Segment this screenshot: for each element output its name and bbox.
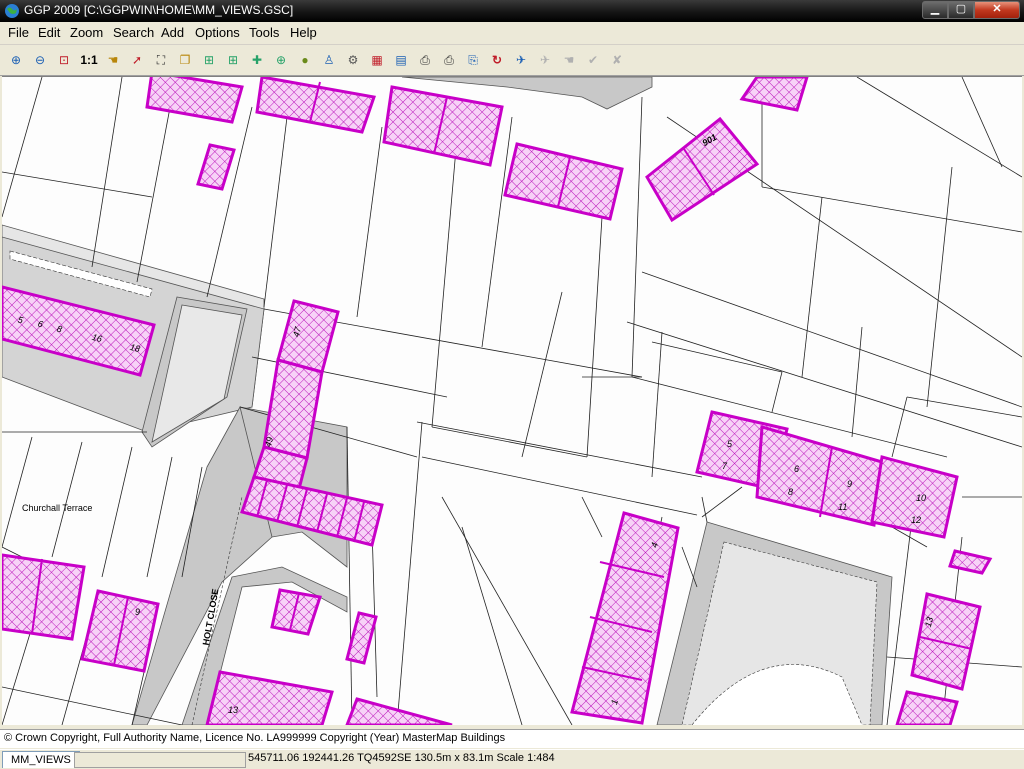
globe-icon [5,4,19,18]
gear-icon[interactable]: ⚙ [343,50,363,70]
add-layer-icon[interactable]: ⊞ [199,50,219,70]
label-building-10: 10 [916,493,927,503]
edit-pointer-icon[interactable]: ✈ [511,50,531,70]
add-feature-icon[interactable]: ✚ [247,50,267,70]
coordinate-readout: 545711.06 192441.26 TQ4592SE 130.5m x 83… [248,752,555,764]
cancel-icon[interactable]: ✘ [607,50,627,70]
document-icon[interactable]: ▤ [391,50,411,70]
select-arrow-icon[interactable]: ➚ [127,50,147,70]
menu-bar: File Edit Zoom Search Add Options Tools … [0,22,1024,45]
map-drawing [2,77,1022,725]
copyright-text: © Crown Copyright, Full Authority Name, … [4,732,506,744]
menu-search[interactable]: Search [113,25,154,40]
label-building-12: 12 [911,515,922,525]
toolbar: ⊕ ⊖ ⊡ 1:1 ☚ ➚ ⛶ ❐ ⊞ ⊞ ✚ ⊕ ● ♙ ⚙ ▦ ▤ ⎙ ⎙ … [0,45,1024,76]
window-controls: ▁ ▢ ✕ [922,1,1020,19]
menu-add[interactable]: Add [161,25,184,40]
menu-options[interactable]: Options [195,25,240,40]
add-globe-icon[interactable]: ● [295,50,315,70]
label-churchall-terrace: Churchall Terrace [22,503,93,513]
view-tab[interactable]: MM_VIEWS [2,751,80,768]
edit-hand-icon[interactable]: ☚ [559,50,579,70]
minimize-button[interactable]: ▁ [922,1,948,19]
zoom-out-icon[interactable]: ⊖ [30,50,50,70]
accept-icon[interactable]: ✔ [583,50,603,70]
status-field [74,752,246,768]
add-map-icon[interactable]: ⊞ [223,50,243,70]
print-icon[interactable]: ⎙ [415,50,435,70]
zoom-1-1-button[interactable]: 1:1 [77,50,101,70]
zoom-window-icon[interactable]: ⊡ [54,50,74,70]
maximize-button[interactable]: ▢ [948,1,974,19]
menu-file[interactable]: File [8,25,29,40]
search-person-icon[interactable]: ♙ [319,50,339,70]
close-button[interactable]: ✕ [974,1,1020,19]
label-building-9: 9 [847,479,853,489]
zoom-in-icon[interactable]: ⊕ [6,50,26,70]
label-building-9-left: 9 [135,607,141,617]
export-icon[interactable]: ⎘ [463,50,483,70]
menu-edit[interactable]: Edit [38,25,60,40]
window-title: GGP 2009 [C:\GGPWIN\HOME\MM_VIEWS.GSC] [24,3,294,17]
label-building-11: 11 [838,502,848,512]
menu-zoom[interactable]: Zoom [70,25,103,40]
pan-icon[interactable]: ☚ [103,50,123,70]
title-bar: GGP 2009 [C:\GGPWIN\HOME\MM_VIEWS.GSC] ▁… [0,0,1024,22]
refresh-icon[interactable]: ↻ [487,50,507,70]
legend-icon[interactable]: ▦ [367,50,387,70]
print-setup-icon[interactable]: ⎙ [439,50,459,70]
label-building-13-bottom: 13 [228,705,239,715]
label-building-6: 6 [794,464,800,474]
add-point-icon[interactable]: ⊕ [271,50,291,70]
menu-tools[interactable]: Tools [249,25,279,40]
map-canvas[interactable]: Churchall Terrace HOLT CLOSE 901 47 49 5… [2,76,1022,725]
select-features-icon[interactable]: ⛶ [151,50,171,70]
edit-disabled-icon[interactable]: ✈ [535,50,555,70]
copyright-bar: © Crown Copyright, Full Authority Name, … [0,729,1024,748]
label-building-7: 7 [722,461,728,471]
label-building-5: 5 [727,439,733,449]
label-building-8: 8 [788,487,794,497]
menu-help[interactable]: Help [290,25,317,40]
status-bar: MM_VIEWS 545711.06 192441.26 TQ4592SE 13… [0,749,1024,769]
copy-layer-icon[interactable]: ❐ [175,50,195,70]
